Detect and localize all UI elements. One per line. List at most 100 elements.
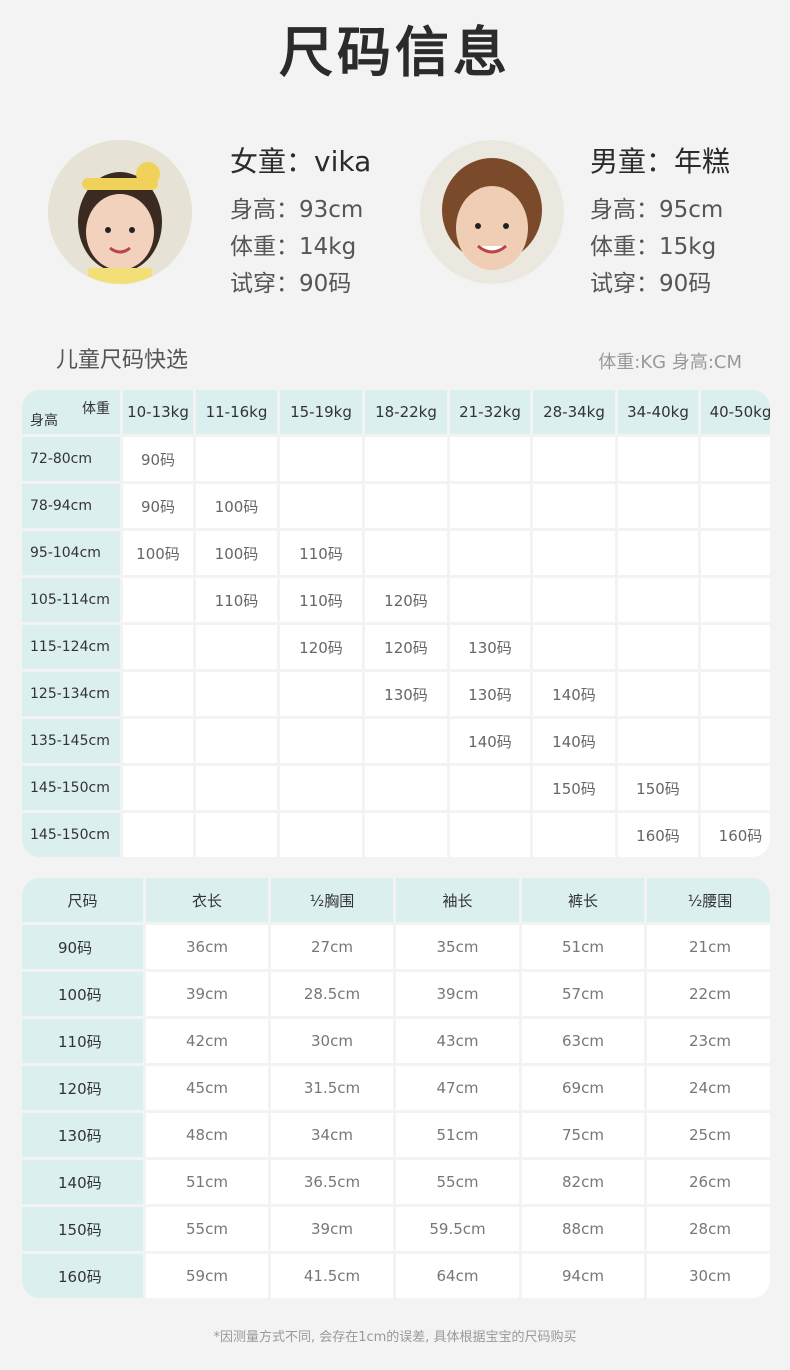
size-cell: 140码 — [450, 719, 530, 763]
size-cell — [533, 813, 615, 857]
size-cell: 140码 — [533, 719, 615, 763]
column-header: 袖长 — [396, 878, 519, 922]
size-cell — [280, 437, 362, 481]
measurement-cell: 75cm — [522, 1113, 644, 1157]
height-row-label: 135-145cm — [22, 719, 120, 763]
size-row-label: 120码 — [22, 1066, 143, 1110]
size-row-label: 130码 — [22, 1113, 143, 1157]
measurement-cell: 28.5cm — [271, 972, 393, 1016]
size-cell: 100码 — [196, 484, 277, 528]
weight-header: 28-34kg — [533, 390, 615, 434]
size-cell — [365, 719, 447, 763]
size-cell — [450, 578, 530, 622]
weight-header: 11-16kg — [196, 390, 277, 434]
size-row-label: 110码 — [22, 1019, 143, 1063]
measurement-cell: 35cm — [396, 925, 519, 969]
measurement-cell: 59cm — [146, 1254, 268, 1298]
size-cell — [196, 813, 277, 857]
size-measurement-table: 尺码 衣长 ½胸围 袖长 裤长 ½腰围 90码 36cm 27cm 35cm 51cm 21cm 100… — [22, 878, 770, 1298]
measurement-cell: 94cm — [522, 1254, 644, 1298]
size-cell — [701, 625, 770, 669]
size-cell: 120码 — [365, 578, 447, 622]
measurement-cell: 55cm — [396, 1160, 519, 1204]
size-cell — [450, 531, 530, 575]
size-cell — [280, 813, 362, 857]
height-row-label: 115-124cm — [22, 625, 120, 669]
boy-model-weight: 体重：15kg — [590, 234, 717, 260]
measurement-cell: 36cm — [146, 925, 268, 969]
size-cell — [450, 766, 530, 810]
measurement-cell: 63cm — [522, 1019, 644, 1063]
size-cell: 110码 — [196, 578, 277, 622]
size-cell — [123, 625, 193, 669]
quick-select-title: 儿童尺码快选 — [56, 348, 189, 373]
size-cell: 160码 — [618, 813, 698, 857]
measurement-cell: 36.5cm — [271, 1160, 393, 1204]
height-row-label: 78-94cm — [22, 484, 120, 528]
size-row-label: 150码 — [22, 1207, 143, 1251]
measurement-cell: 34cm — [271, 1113, 393, 1157]
size-cell — [701, 672, 770, 716]
size-cell: 100码 — [196, 531, 277, 575]
size-cell — [196, 766, 277, 810]
size-cell: 140码 — [533, 672, 615, 716]
size-cell — [365, 531, 447, 575]
size-cell: 130码 — [365, 672, 447, 716]
size-cell — [450, 813, 530, 857]
size-cell — [280, 766, 362, 810]
height-row-label: 95-104cm — [22, 531, 120, 575]
page-title: 尺码信息 — [279, 21, 511, 84]
unit-note: 体重:KG 身高:CM — [598, 352, 742, 373]
corner-header: 体重 身高 — [22, 390, 120, 434]
size-cell: 90码 — [123, 484, 193, 528]
boy-model-name: 男童：年糕 — [590, 145, 731, 178]
size-cell — [365, 437, 447, 481]
size-cell: 120码 — [365, 625, 447, 669]
size-cell — [618, 484, 698, 528]
size-cell — [123, 719, 193, 763]
girl-model-avatar — [48, 140, 192, 284]
weight-header: 15-19kg — [280, 390, 362, 434]
measurement-cell: 21cm — [647, 925, 770, 969]
size-cell — [450, 437, 530, 481]
size-cell — [280, 672, 362, 716]
column-header: ½胸围 — [271, 878, 393, 922]
size-cell: 150码 — [618, 766, 698, 810]
measurement-cell: 51cm — [522, 925, 644, 969]
measurement-cell: 51cm — [396, 1113, 519, 1157]
size-cell — [618, 578, 698, 622]
size-cell — [280, 484, 362, 528]
size-cell — [533, 437, 615, 481]
height-row-label: 145-150cm — [22, 813, 120, 857]
measurement-cell: 47cm — [396, 1066, 519, 1110]
size-cell: 130码 — [450, 672, 530, 716]
size-cell: 110码 — [280, 531, 362, 575]
size-cell: 160码 — [701, 813, 770, 857]
size-cell — [701, 766, 770, 810]
weight-header: 40-50kg — [701, 390, 770, 434]
measurement-cell: 45cm — [146, 1066, 268, 1110]
size-cell — [196, 672, 277, 716]
measurement-cell: 57cm — [522, 972, 644, 1016]
measurement-cell: 23cm — [647, 1019, 770, 1063]
size-cell — [533, 578, 615, 622]
size-row-label: 140码 — [22, 1160, 143, 1204]
measurement-cell: 59.5cm — [396, 1207, 519, 1251]
measurement-cell: 48cm — [146, 1113, 268, 1157]
weight-axis-label: 体重 — [82, 401, 110, 417]
size-cell — [365, 484, 447, 528]
size-cell — [701, 531, 770, 575]
measurement-cell: 39cm — [396, 972, 519, 1016]
size-cell: 90码 — [123, 437, 193, 481]
boy-model-height: 身高：95cm — [590, 197, 724, 223]
size-cell: 100码 — [123, 531, 193, 575]
measurement-cell: 51cm — [146, 1160, 268, 1204]
girl-model-info: 女童：vika 身高：93cm 体重：14kg 试穿：90码 — [230, 140, 371, 301]
measurement-cell: 25cm — [647, 1113, 770, 1157]
measurement-cell: 82cm — [522, 1160, 644, 1204]
size-cell — [533, 484, 615, 528]
measurement-cell: 42cm — [146, 1019, 268, 1063]
column-header: ½腰围 — [647, 878, 770, 922]
size-row-label: 100码 — [22, 972, 143, 1016]
size-cell — [701, 578, 770, 622]
